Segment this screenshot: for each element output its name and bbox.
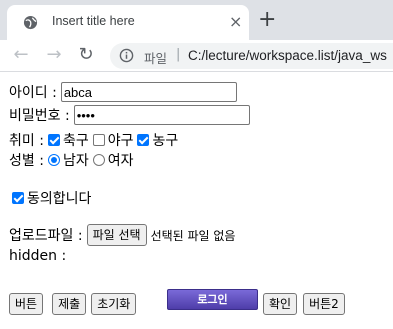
gender-male-label: 남자 [62, 153, 89, 169]
gender-male-radio[interactable] [47, 154, 60, 166]
plain-button[interactable]: 버튼 [9, 293, 44, 315]
password-label: 비밀번호 : [9, 108, 70, 124]
submit-button[interactable]: 제출 [52, 293, 87, 315]
password-row: 비밀번호 : [9, 105, 250, 125]
login-button[interactable]: 로그인 [167, 289, 258, 310]
upload-row: 업로드파일 : 파일 선택 선택된 파일 없음 [9, 224, 235, 246]
file-select-button[interactable]: 파일 선택 [86, 224, 147, 246]
hobby-soccer-checkbox[interactable] [47, 134, 60, 146]
tab-title: Insert title here [52, 14, 135, 28]
plus-icon[interactable]: + [258, 6, 276, 34]
agree-row: 동의합니다 [9, 188, 91, 208]
hobby-label: 취미 : [9, 133, 44, 149]
hobby-soccer-label: 축구 [62, 133, 89, 149]
gender-row: 성별 : 남자 여자 [9, 150, 133, 170]
hobby-row: 취미 : 축구 야구 농구 [9, 130, 178, 150]
gender-label: 성별 : [9, 153, 44, 169]
tab-strip: Insert title here × + [0, 0, 393, 40]
close-icon[interactable]: × [229, 14, 242, 30]
address-separator: | [176, 47, 181, 62]
info-icon[interactable] [119, 48, 134, 63]
id-label: 아이디 : [9, 85, 57, 101]
back-arrow-icon[interactable]: ← [9, 43, 33, 67]
browser-toolbar: ← → ↻ 파일 | C:/lecture/workspace.list/jav… [0, 40, 393, 72]
button-row-right: 확인 버튼2 [263, 293, 345, 315]
button-row: 버튼 제출 초기화 [9, 293, 137, 315]
reload-icon[interactable]: ↻ [74, 43, 98, 67]
id-input[interactable] [60, 82, 237, 102]
button2-button[interactable]: 버튼2 [303, 293, 345, 315]
url-text[interactable]: C:/lecture/workspace.list/java_ws [188, 48, 387, 63]
scheme-label: 파일 [144, 51, 168, 66]
globe-icon [23, 15, 38, 30]
hobby-basketball-checkbox[interactable] [137, 134, 150, 146]
agree-label: 동의합니다 [27, 191, 92, 207]
agree-checkbox[interactable] [12, 192, 24, 204]
browser-tab[interactable]: Insert title here × [7, 5, 249, 40]
reset-button[interactable]: 초기화 [91, 293, 137, 315]
gender-female-radio[interactable] [92, 154, 105, 166]
page-content: 아이디 : 비밀번호 : 취미 : 축구 야구 농구 성별 : 남자 여자 동의… [0, 72, 393, 329]
address-bar[interactable]: 파일 | C:/lecture/workspace.list/java_ws [110, 43, 393, 69]
password-input[interactable] [73, 105, 250, 125]
hidden-row: hidden : [9, 248, 66, 264]
id-row: 아이디 : [9, 82, 237, 102]
confirm-button[interactable]: 확인 [263, 293, 298, 315]
forward-arrow-icon[interactable]: → [42, 43, 66, 67]
gender-female-label: 여자 [107, 153, 134, 169]
file-status-text: 선택된 파일 없음 [150, 228, 236, 243]
hobby-baseball-label: 야구 [107, 133, 134, 149]
hobby-basketball-label: 농구 [152, 133, 179, 149]
hidden-label: hidden : [9, 248, 67, 264]
hobby-baseball-checkbox[interactable] [92, 134, 105, 146]
upload-label: 업로드파일 : [9, 228, 83, 244]
